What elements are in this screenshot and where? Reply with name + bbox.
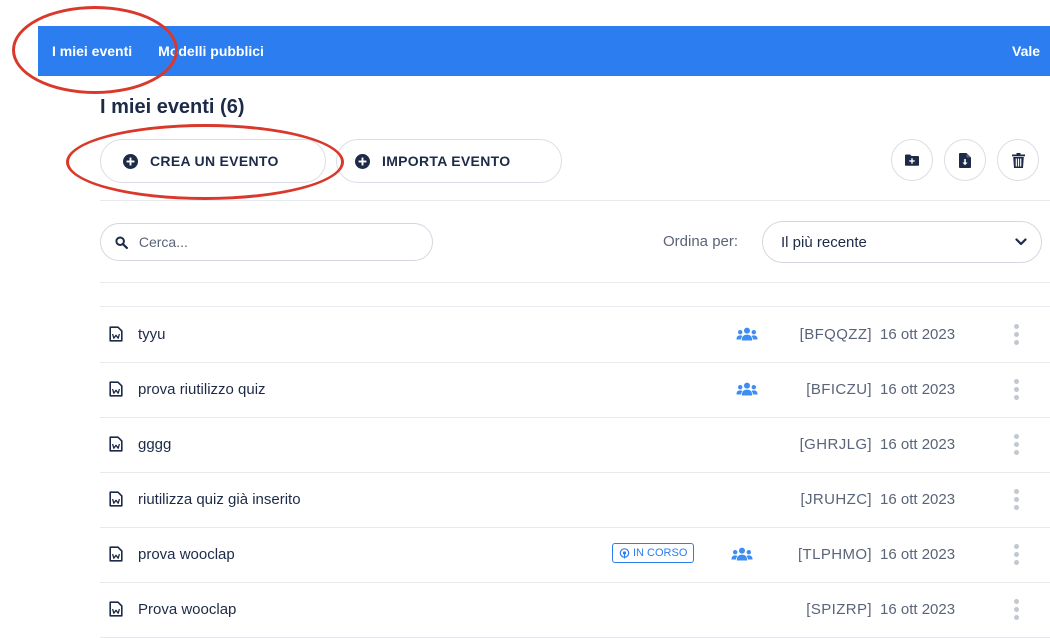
event-title: Prova wooclap xyxy=(138,601,237,618)
divider xyxy=(100,282,1050,283)
more-options-icon[interactable] xyxy=(1011,319,1021,349)
search-icon xyxy=(115,235,128,249)
folder-plus-icon xyxy=(905,154,919,166)
file-export-icon xyxy=(959,152,971,168)
plus-circle-icon xyxy=(355,153,370,169)
export-file-button[interactable] xyxy=(944,139,986,181)
event-date: 16 ott 2023 xyxy=(880,436,956,453)
top-nav-bar: I miei eventi Modelli pubblici Vale xyxy=(38,26,1050,76)
event-code: [SPIZRP] xyxy=(806,601,872,618)
event-row[interactable]: prova wooclap IN CORSO [TLPHMO] 16 ott 2023 xyxy=(100,527,1050,583)
event-title: riutilizza quiz già inserito xyxy=(138,491,301,508)
nav-my-events[interactable]: I miei eventi xyxy=(52,43,132,59)
divider xyxy=(100,200,1050,201)
new-folder-button[interactable] xyxy=(891,139,933,181)
more-options-icon[interactable] xyxy=(1011,484,1021,514)
chevron-down-icon xyxy=(1015,238,1027,246)
more-options-icon[interactable] xyxy=(1011,539,1021,569)
event-code: [BFICZU] xyxy=(806,381,872,398)
event-date: 16 ott 2023 xyxy=(880,546,956,563)
document-icon xyxy=(109,546,123,562)
sort-select[interactable]: Il più recente xyxy=(762,221,1042,263)
event-code: [GHRJLG] xyxy=(799,436,872,453)
users-group-icon xyxy=(736,327,758,341)
event-title: prova riutilizzo quiz xyxy=(138,381,266,398)
document-icon xyxy=(109,436,123,452)
search-box[interactable] xyxy=(100,223,433,261)
more-options-icon[interactable] xyxy=(1011,594,1021,624)
document-icon xyxy=(109,491,123,507)
import-event-label: IMPORTA EVENTO xyxy=(382,153,511,169)
page-title: I miei eventi (6) xyxy=(100,96,245,118)
users-group-icon xyxy=(731,547,753,561)
event-row[interactable]: tyyu [BFQQZZ] 16 ott 2023 xyxy=(100,307,1050,363)
sort-label: Ordina per: xyxy=(663,233,739,250)
live-status-badge: IN CORSO xyxy=(612,543,695,563)
event-title: gggg xyxy=(138,436,172,453)
event-code: [TLPHMO] xyxy=(797,546,872,563)
document-icon xyxy=(109,326,123,342)
trash-icon xyxy=(1011,152,1025,168)
event-row[interactable]: Prova wooclap [SPIZRP] 16 ott 2023 xyxy=(100,582,1050,638)
create-event-label: CREA UN EVENTO xyxy=(150,153,279,169)
sort-selected-value: Il più recente xyxy=(781,233,867,251)
document-icon xyxy=(109,601,123,617)
event-code: [JRUHZC] xyxy=(800,491,872,508)
users-group-icon xyxy=(736,382,758,396)
event-row[interactable]: riutilizza quiz già inserito [JRUHZC] 16 o… xyxy=(100,472,1050,528)
import-event-button[interactable]: IMPORTA EVENTO xyxy=(336,139,562,183)
more-options-icon[interactable] xyxy=(1011,374,1021,404)
create-event-button[interactable]: CREA UN EVENTO xyxy=(100,139,326,183)
plus-circle-icon xyxy=(123,153,138,169)
nav-public-models[interactable]: Modelli pubblici xyxy=(158,43,264,59)
document-icon xyxy=(109,381,123,397)
event-date: 16 ott 2023 xyxy=(880,491,956,508)
badge-label: IN CORSO xyxy=(633,547,688,559)
event-date: 16 ott 2023 xyxy=(880,326,956,343)
event-date: 16 ott 2023 xyxy=(880,601,956,618)
search-input[interactable] xyxy=(136,233,418,251)
event-title: prova wooclap xyxy=(138,546,235,563)
delete-button[interactable] xyxy=(997,139,1039,181)
event-date: 16 ott 2023 xyxy=(880,381,956,398)
event-row[interactable]: gggg [GHRJLG] 16 ott 2023 xyxy=(100,417,1050,473)
broadcast-icon xyxy=(619,547,630,558)
event-row[interactable]: prova riutilizzo quiz [BFICZU] 16 ott 2023 xyxy=(100,362,1050,418)
event-code: [BFQQZZ] xyxy=(799,326,872,343)
more-options-icon[interactable] xyxy=(1011,429,1021,459)
nav-user-menu[interactable]: Vale xyxy=(1012,43,1040,59)
event-title: tyyu xyxy=(138,326,166,343)
